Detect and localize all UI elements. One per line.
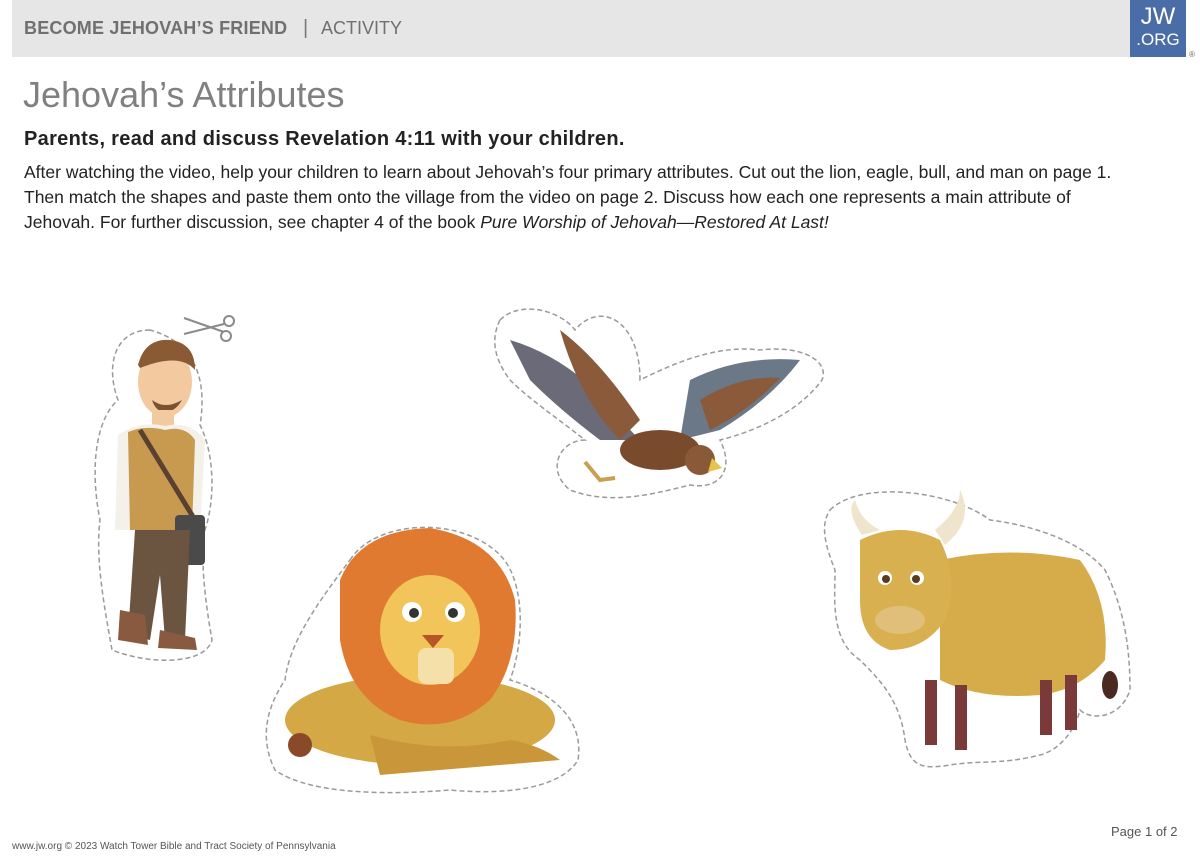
- scissors-icon: [183, 315, 235, 342]
- page-number: Page 1 of 2: [1111, 824, 1178, 839]
- copyright-footer: www.jw.org © 2023 Watch Tower Bible and …: [12, 841, 336, 852]
- man-cutout[interactable]: [94, 329, 213, 661]
- cutout-illustrations: [94, 308, 1131, 794]
- lion-cutout[interactable]: [265, 526, 580, 794]
- bull-cutout[interactable]: [823, 490, 1131, 768]
- eagle-cutout[interactable]: [494, 308, 825, 499]
